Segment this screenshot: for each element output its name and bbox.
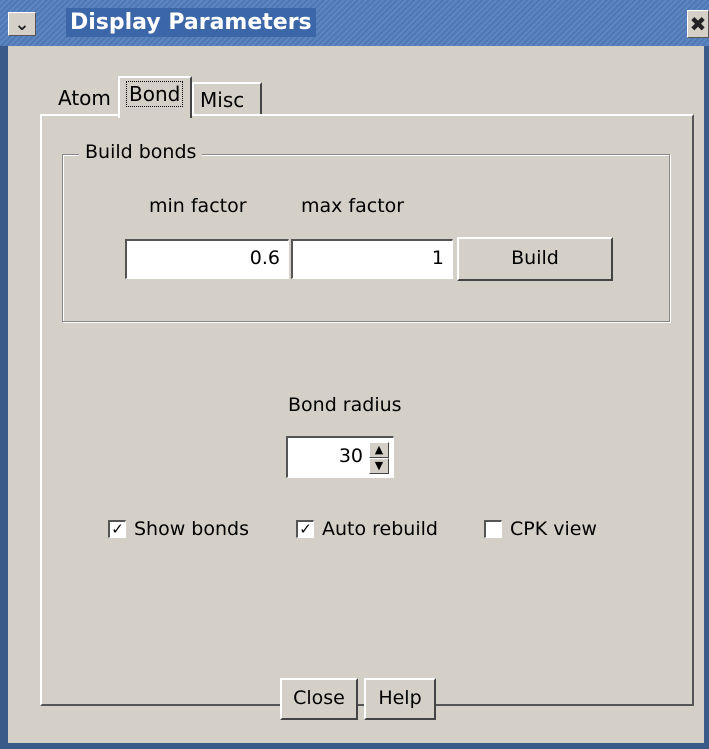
auto-rebuild-label: Auto rebuild <box>322 518 438 540</box>
bond-radius-label: Bond radius <box>288 394 402 416</box>
close-button[interactable]: Close <box>280 678 358 720</box>
show-bonds-label: Show bonds <box>134 518 249 540</box>
title-bar[interactable]: ⌄ Display Parameters ✖ <box>0 0 709 46</box>
min-factor-label: min factor <box>149 195 247 217</box>
tab-bond-label: Bond <box>126 81 184 107</box>
window-bottom-border <box>0 743 709 749</box>
build-button[interactable]: Build <box>457 237 613 281</box>
build-bonds-group: Build bonds min factor max factor 0.6 1 … <box>62 141 670 322</box>
tab-misc-label: Misc <box>200 88 245 112</box>
build-bonds-title: Build bonds <box>79 141 203 163</box>
bond-radius-value: 30 <box>338 445 363 467</box>
window-right-border <box>704 46 709 749</box>
cpk-view-checkbox[interactable]: CPK view <box>484 518 597 540</box>
bond-tab-panel: Build bonds min factor max factor 0.6 1 … <box>40 114 694 706</box>
display-parameters-window: ⌄ Display Parameters ✖ Atom Bond Misc Bu… <box>0 0 709 749</box>
tab-atom[interactable]: Atom <box>52 82 120 114</box>
show-bonds-checkbox[interactable]: ✓ Show bonds <box>108 518 249 540</box>
auto-rebuild-check-icon[interactable]: ✓ <box>296 520 314 538</box>
help-button[interactable]: Help <box>364 678 436 720</box>
bond-radius-spinbox[interactable]: 30 ▲ ▼ <box>286 436 394 478</box>
window-title: Display Parameters <box>66 8 316 37</box>
show-bonds-check-icon[interactable]: ✓ <box>108 520 126 538</box>
tab-bond[interactable]: Bond <box>118 76 192 118</box>
spin-up-icon[interactable]: ▲ <box>369 442 389 458</box>
chevron-down-icon[interactable]: ⌄ <box>8 12 36 36</box>
cpk-view-check-icon[interactable] <box>484 520 502 538</box>
window-left-border <box>0 46 8 749</box>
dialog-body: Atom Bond Misc Build bonds min factor ma… <box>8 46 704 743</box>
spin-arrows[interactable]: ▲ ▼ <box>369 442 389 474</box>
auto-rebuild-checkbox[interactable]: ✓ Auto rebuild <box>296 518 438 540</box>
min-factor-input[interactable]: 0.6 <box>125 239 289 279</box>
close-icon[interactable]: ✖ <box>687 10 709 38</box>
tab-misc[interactable]: Misc <box>192 82 262 114</box>
spin-down-icon[interactable]: ▼ <box>369 458 389 474</box>
tab-atom-label: Atom <box>58 86 111 110</box>
max-factor-input[interactable]: 1 <box>291 239 453 279</box>
max-factor-label: max factor <box>301 195 405 217</box>
cpk-view-label: CPK view <box>510 518 597 540</box>
